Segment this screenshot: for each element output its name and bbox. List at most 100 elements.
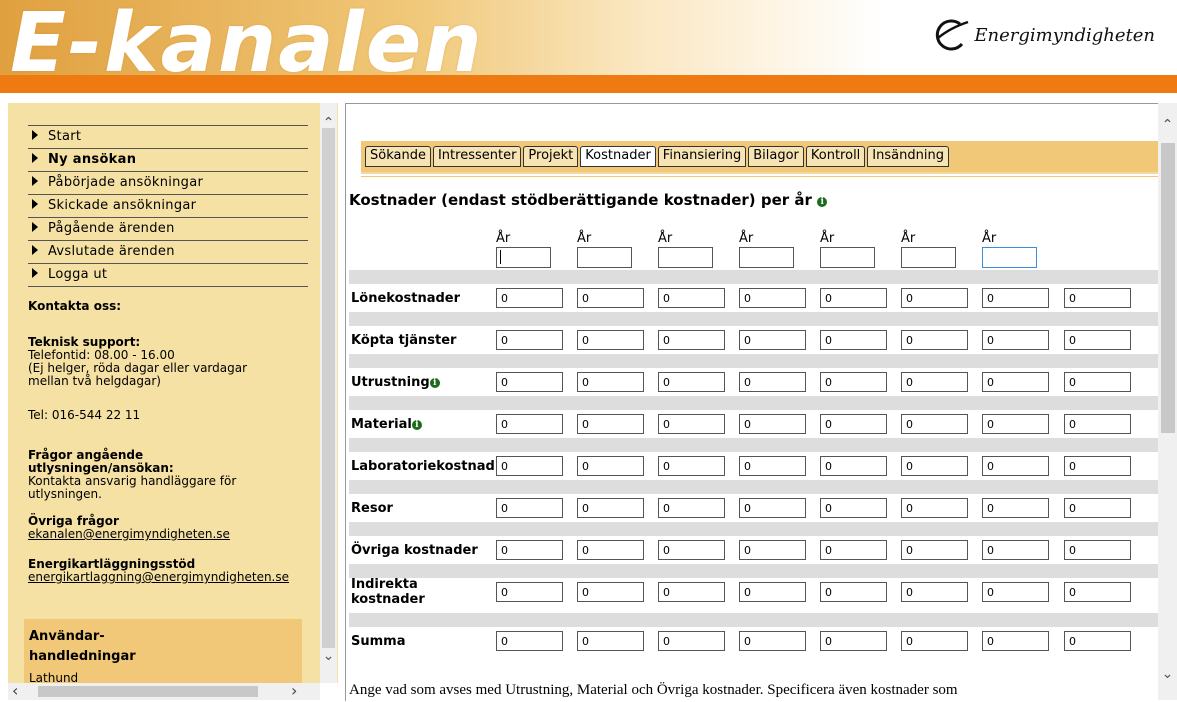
nav-item-avslutade[interactable]: Avslutade ärenden bbox=[28, 240, 308, 263]
cost-input[interactable]: 0 bbox=[982, 372, 1049, 392]
year-input[interactable] bbox=[901, 247, 956, 268]
cost-input[interactable]: 0 bbox=[982, 582, 1049, 602]
tab-bilagor[interactable]: Bilagor bbox=[748, 146, 804, 167]
cost-input[interactable]: 0 bbox=[739, 456, 806, 476]
cost-input[interactable]: 0 bbox=[658, 582, 725, 602]
nav-item-ny-ansokan[interactable]: Ny ansökan bbox=[28, 148, 308, 171]
cost-input[interactable]: 0 bbox=[496, 498, 563, 518]
audit-support-email-link[interactable]: energikartlaggning@energimyndigheten.se bbox=[28, 571, 289, 584]
cost-input[interactable]: 0 bbox=[739, 540, 806, 560]
cost-input[interactable]: 0 bbox=[820, 456, 887, 476]
tab-finansiering[interactable]: Finansiering bbox=[657, 146, 747, 167]
cost-input[interactable]: 0 bbox=[901, 582, 968, 602]
summa-input[interactable]: 0 bbox=[1064, 330, 1131, 350]
lathund-link[interactable]: Lathund bbox=[29, 671, 78, 683]
cost-input[interactable]: 0 bbox=[901, 540, 968, 560]
summa-input[interactable]: 0 bbox=[1064, 540, 1131, 560]
cost-input[interactable]: 0 bbox=[496, 456, 563, 476]
cost-input[interactable]: 0 bbox=[658, 414, 725, 434]
cost-input[interactable]: 0 bbox=[577, 498, 644, 518]
cost-input[interactable]: 0 bbox=[739, 330, 806, 350]
scroll-right-icon[interactable]: › bbox=[291, 681, 297, 700]
cost-input[interactable]: 0 bbox=[901, 330, 968, 350]
cost-input[interactable]: 0 bbox=[739, 372, 806, 392]
cost-input[interactable]: 0 bbox=[982, 498, 1049, 518]
cost-input[interactable]: 0 bbox=[901, 414, 968, 434]
cost-input[interactable]: 0 bbox=[658, 540, 725, 560]
cost-input[interactable]: 0 bbox=[901, 631, 968, 651]
cost-input[interactable]: 0 bbox=[901, 456, 968, 476]
cost-input[interactable]: 0 bbox=[658, 631, 725, 651]
nav-item-pagaende[interactable]: Pågående ärenden bbox=[28, 217, 308, 240]
cost-input[interactable]: 0 bbox=[901, 372, 968, 392]
nav-item-skickade[interactable]: Skickade ansökningar bbox=[28, 194, 308, 217]
tab-projekt[interactable]: Projekt bbox=[523, 146, 579, 167]
other-questions-email-link[interactable]: ekanalen@energimyndigheten.se bbox=[28, 528, 230, 541]
scroll-left-icon[interactable]: ‹ bbox=[12, 681, 18, 700]
cost-input[interactable]: 0 bbox=[739, 414, 806, 434]
cost-input[interactable]: 0 bbox=[577, 631, 644, 651]
year-input[interactable] bbox=[577, 247, 632, 268]
cost-input[interactable]: 0 bbox=[739, 288, 806, 308]
cost-input[interactable]: 0 bbox=[577, 540, 644, 560]
tab-kostnader[interactable]: Kostnader bbox=[580, 146, 656, 167]
summa-input[interactable]: 0 bbox=[1064, 498, 1131, 518]
scroll-down-icon[interactable]: ⌄ bbox=[1158, 666, 1177, 682]
summa-input[interactable]: 0 bbox=[1064, 414, 1131, 434]
scroll-up-icon[interactable]: ⌃ bbox=[1158, 117, 1177, 133]
cost-input[interactable]: 0 bbox=[577, 414, 644, 434]
cost-input[interactable]: 0 bbox=[496, 372, 563, 392]
cost-input[interactable]: 0 bbox=[820, 582, 887, 602]
summa-input[interactable]: 0 bbox=[1064, 582, 1131, 602]
cost-input[interactable]: 0 bbox=[658, 330, 725, 350]
cost-input[interactable]: 0 bbox=[982, 540, 1049, 560]
summa-input[interactable]: 0 bbox=[1064, 631, 1131, 651]
nav-item-paborjade[interactable]: Påbörjade ansökningar bbox=[28, 171, 308, 194]
year-input[interactable] bbox=[820, 247, 875, 268]
cost-input[interactable]: 0 bbox=[901, 498, 968, 518]
year-input[interactable] bbox=[982, 247, 1037, 268]
year-input[interactable] bbox=[658, 247, 713, 268]
cost-input[interactable]: 0 bbox=[496, 288, 563, 308]
cost-input[interactable]: 0 bbox=[496, 414, 563, 434]
cost-input[interactable]: 0 bbox=[820, 498, 887, 518]
cost-input[interactable]: 0 bbox=[739, 498, 806, 518]
left-vertical-scrollbar[interactable]: ⌃ ⌄ bbox=[320, 103, 337, 683]
tab-insändning[interactable]: Insändning bbox=[867, 146, 949, 167]
cost-input[interactable]: 0 bbox=[820, 372, 887, 392]
cost-input[interactable]: 0 bbox=[739, 631, 806, 651]
cost-input[interactable]: 0 bbox=[739, 582, 806, 602]
cost-input[interactable]: 0 bbox=[658, 456, 725, 476]
tab-sökande[interactable]: Sökande bbox=[365, 146, 431, 167]
main-vertical-scrollbar[interactable]: ⌃ ⌄ bbox=[1158, 103, 1177, 700]
cost-input[interactable]: 0 bbox=[820, 288, 887, 308]
cost-input[interactable]: 0 bbox=[901, 288, 968, 308]
summa-input[interactable]: 0 bbox=[1064, 288, 1131, 308]
scrollbar-thumb[interactable] bbox=[1161, 143, 1175, 433]
cost-input[interactable]: 0 bbox=[577, 288, 644, 308]
year-input[interactable] bbox=[496, 247, 551, 268]
tab-kontroll[interactable]: Kontroll bbox=[805, 146, 866, 167]
cost-input[interactable]: 0 bbox=[658, 288, 725, 308]
cost-input[interactable]: 0 bbox=[658, 372, 725, 392]
cost-input[interactable]: 0 bbox=[982, 414, 1049, 434]
cost-input[interactable]: 0 bbox=[577, 582, 644, 602]
cost-input[interactable]: 0 bbox=[982, 631, 1049, 651]
cost-input[interactable]: 0 bbox=[982, 288, 1049, 308]
cost-input[interactable]: 0 bbox=[820, 631, 887, 651]
cost-input[interactable]: 0 bbox=[820, 330, 887, 350]
nav-item-logga-ut[interactable]: Logga ut bbox=[28, 263, 308, 287]
cost-input[interactable]: 0 bbox=[496, 631, 563, 651]
scrollbar-thumb[interactable] bbox=[38, 686, 258, 697]
cost-input[interactable]: 0 bbox=[496, 330, 563, 350]
year-input[interactable] bbox=[739, 247, 794, 268]
cost-input[interactable]: 0 bbox=[496, 540, 563, 560]
scroll-down-icon[interactable]: ⌄ bbox=[320, 648, 337, 664]
left-horizontal-scrollbar[interactable]: ‹ › bbox=[8, 681, 320, 700]
cost-input[interactable]: 0 bbox=[658, 498, 725, 518]
scrollbar-thumb[interactable] bbox=[322, 128, 335, 648]
cost-input[interactable]: 0 bbox=[820, 414, 887, 434]
nav-item-start[interactable]: Start bbox=[28, 125, 308, 148]
info-icon[interactable]: i bbox=[429, 378, 440, 388]
summa-input[interactable]: 0 bbox=[1064, 456, 1131, 476]
